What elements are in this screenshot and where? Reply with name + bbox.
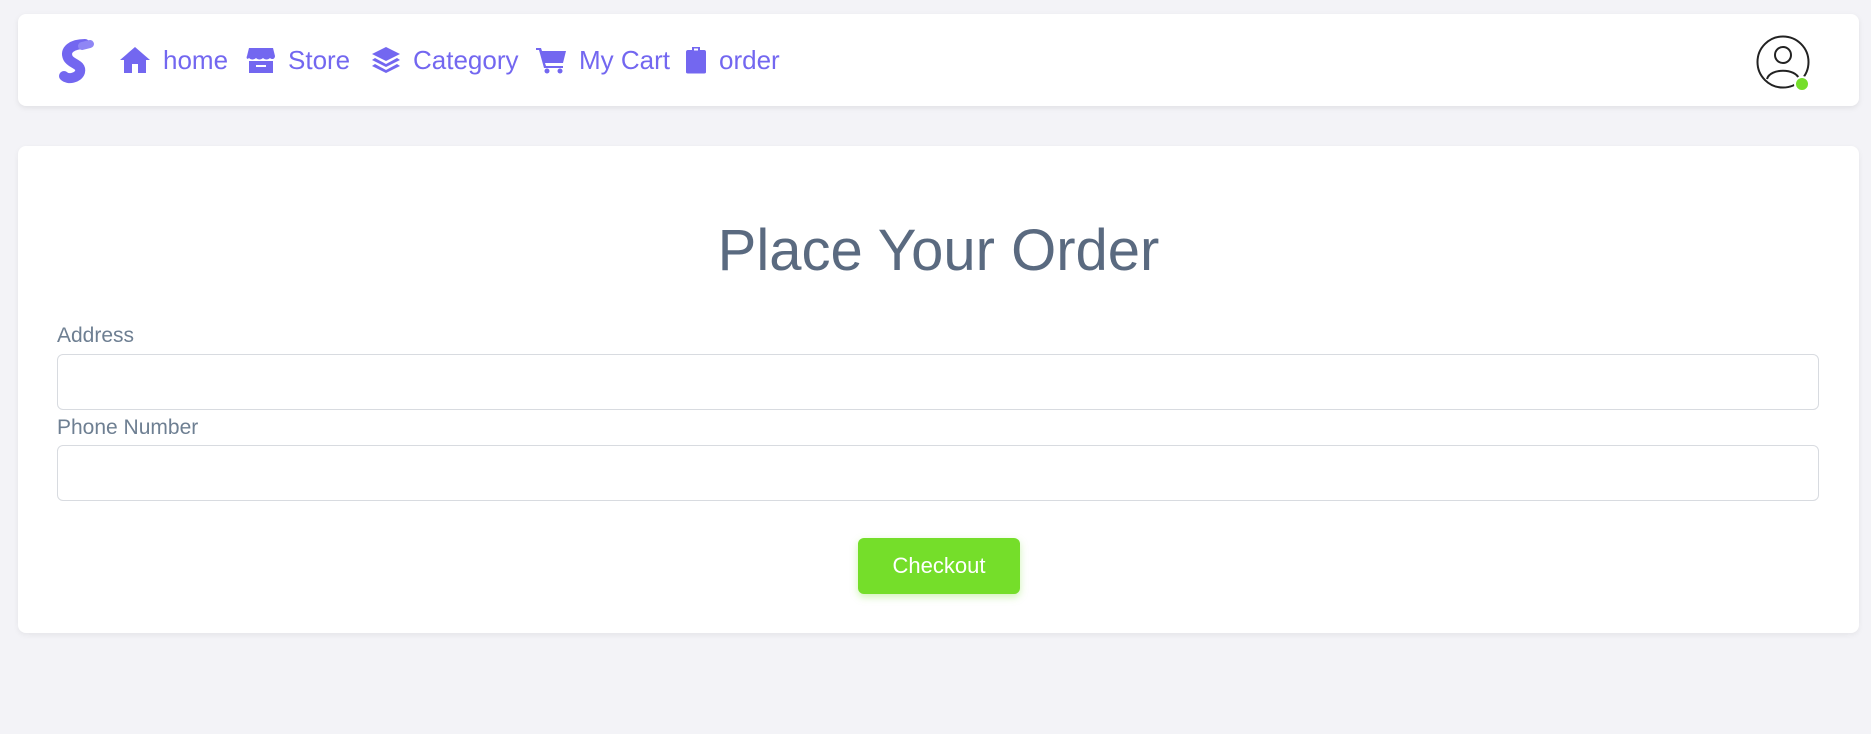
nav-home-label: home — [163, 44, 229, 75]
address-input[interactable] — [57, 354, 1819, 410]
address-label: Address — [57, 324, 135, 347]
phone-label: Phone Number — [57, 416, 199, 439]
top-navbar: home Store Category My Cart order — [18, 14, 1859, 106]
nav-category-label: Category — [413, 44, 519, 75]
nav-store-label: Store — [288, 44, 351, 75]
nav-order-label: order — [719, 44, 780, 75]
checkout-button[interactable]: Checkout — [858, 538, 1020, 594]
cart-icon — [536, 48, 566, 74]
page-title: Place Your Order — [717, 218, 1160, 283]
brand-logo-icon[interactable] — [52, 38, 102, 88]
nav-home[interactable]: home — [119, 14, 228, 106]
store-icon — [246, 48, 275, 73]
nav-store[interactable]: Store — [246, 14, 350, 106]
order-form-card: Place Your Order Address Phone Number Ch… — [18, 146, 1859, 633]
online-status-dot — [1794, 76, 1810, 92]
nav-category[interactable]: Category — [371, 14, 519, 106]
phone-number-input[interactable] — [57, 445, 1819, 501]
clipboard-icon — [686, 47, 706, 74]
nav-cart[interactable]: My Cart — [535, 14, 670, 106]
nav-order[interactable]: order — [685, 14, 780, 106]
home-icon — [120, 47, 150, 73]
layers-icon — [372, 47, 400, 73]
nav-cart-label: My Cart — [579, 44, 670, 75]
